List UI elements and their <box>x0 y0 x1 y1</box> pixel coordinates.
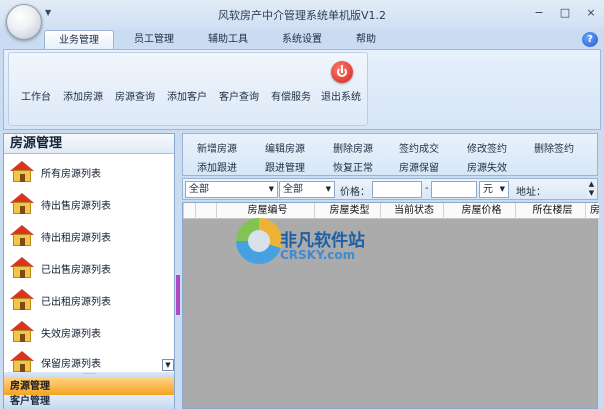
restore-button[interactable]: □ <box>558 6 572 20</box>
tab-settings[interactable]: 系统设置 <box>268 30 336 49</box>
sidebar-item-rented[interactable]: 已出租房源列表 <box>10 288 111 312</box>
sidebar-item-sold[interactable]: 已出售房源列表 <box>10 256 111 280</box>
sign-deal-button[interactable]: 签约成交 <box>399 140 439 155</box>
minimize-button[interactable]: − <box>532 6 546 20</box>
ribbon-property-query-button[interactable]: 房源查询 <box>115 88 155 103</box>
invalidate-property-button[interactable]: 房源失效 <box>467 159 507 174</box>
ribbon-panel: 工作台 添加房源 房源查询 添加客户 客户查询 有偿服务 退出系统 <box>3 49 601 130</box>
sidebar-item-invalid[interactable]: 失效房源列表 <box>10 320 101 344</box>
edit-property-button[interactable]: 编辑房源 <box>265 140 305 155</box>
close-button[interactable]: × <box>584 6 598 20</box>
sidebar-item-for-sale[interactable]: 待出售房源列表 <box>10 192 111 216</box>
address-label: 地址： <box>516 187 546 198</box>
sidebar-item-for-rent[interactable]: 待出租房源列表 <box>10 224 111 248</box>
status-filter-value: 全部 <box>283 184 303 195</box>
house-icon <box>10 257 34 279</box>
house-icon <box>10 351 34 373</box>
reserve-property-button[interactable]: 房源保留 <box>399 159 439 174</box>
ribbon-exit-button[interactable]: 退出系统 <box>321 88 361 103</box>
chevron-down-icon: ▼ <box>268 185 274 193</box>
filter-scroll-button[interactable]: ▲ ▼ <box>587 180 596 198</box>
sidebar-item-all[interactable]: 所有房源列表 <box>10 160 101 184</box>
window-controls: − □ × <box>532 6 598 20</box>
new-property-button[interactable]: 新增房源 <box>197 140 237 155</box>
power-icon[interactable] <box>331 61 353 83</box>
house-icon <box>10 321 34 343</box>
ribbon-workbench-button[interactable]: 工作台 <box>21 88 51 103</box>
sidebar-item-label: 已出售房源列表 <box>41 264 111 276</box>
window-title: 风软房产中介管理系统单机版V1.2 <box>217 9 387 22</box>
ribbon-customer-query-button[interactable]: 客户查询 <box>219 88 259 103</box>
sidebar-item-label: 失效房源列表 <box>41 328 101 340</box>
grid-header-more[interactable]: 房 <box>585 203 599 219</box>
house-icon <box>10 289 34 311</box>
restore-normal-button[interactable]: 恢复正常 <box>333 159 373 174</box>
sidebar: 房源管理 所有房源列表 待出售房源列表 待出租房源列表 已出售房源列表 已出租房… <box>3 133 175 409</box>
followup-management-button[interactable]: 跟进管理 <box>265 159 305 174</box>
grid-header-property-id[interactable]: 房屋编号 <box>216 203 314 219</box>
ribbon-paid-service-button[interactable]: 有偿服务 <box>271 88 311 103</box>
price-min-input[interactable] <box>372 181 422 198</box>
sidebar-item-label: 待出售房源列表 <box>41 200 111 212</box>
chevron-down-icon: ▼ <box>325 185 331 193</box>
house-icon <box>10 193 34 215</box>
title-bar: ▼ 风软房产中介管理系统单机版V1.2 − □ × <box>0 0 604 30</box>
nav-customer-management[interactable]: 客户管理 <box>4 395 174 409</box>
tab-business[interactable]: 业务管理 <box>44 30 114 49</box>
status-filter-select[interactable]: 全部 ▼ <box>279 181 335 198</box>
type-filter-value: 全部 <box>189 184 209 195</box>
sidebar-item-label: 待出租房源列表 <box>41 232 111 244</box>
price-unit-select[interactable]: 元 ▼ <box>479 181 509 198</box>
house-icon <box>10 161 34 183</box>
sidebar-item-label: 已出租房源列表 <box>41 296 111 308</box>
ribbon-tabs: 业务管理 员工管理 辅助工具 系统设置 帮助 <box>44 30 396 49</box>
watermark-en-text: CRSKY.com <box>280 248 356 262</box>
grid-header-indicator <box>183 203 195 219</box>
ribbon-add-property-button[interactable]: 添加房源 <box>63 88 103 103</box>
site-watermark: 非凡软件站 CRSKY.com <box>236 218 370 266</box>
price-label: 价格： <box>340 187 370 198</box>
grid-header-current-status[interactable]: 当前状态 <box>380 203 443 219</box>
pane-splitter-handle[interactable] <box>176 275 180 315</box>
application-menu-orb[interactable] <box>6 4 42 40</box>
property-actions-toolbar: 新增房源 编辑房源 删除房源 签约成交 修改签约 删除签约 添加跟进 跟进管理 … <box>182 133 598 176</box>
sidebar-scroll-down-button[interactable]: ▼ <box>162 359 174 371</box>
grid-header-price[interactable]: 房屋价格 <box>443 203 515 219</box>
tab-staff[interactable]: 员工管理 <box>120 30 188 49</box>
tab-tools[interactable]: 辅助工具 <box>194 30 262 49</box>
ribbon-add-customer-button[interactable]: 添加客户 <box>167 88 207 103</box>
delete-contract-button[interactable]: 删除签约 <box>534 140 574 155</box>
sidebar-item-label: 保留房源列表 <box>41 358 101 370</box>
nav-property-management[interactable]: 房源管理 <box>4 378 174 395</box>
grid-header: 房屋编号 房屋类型 当前状态 房屋价格 所在楼层 房 <box>183 203 599 219</box>
watermark-logo-icon <box>236 218 282 264</box>
tab-help[interactable]: 帮助 <box>342 30 390 49</box>
house-icon <box>10 225 34 247</box>
price-unit-value: 元 <box>483 184 493 195</box>
type-filter-select[interactable]: 全部 ▼ <box>185 181 278 198</box>
sidebar-item-label: 所有房源列表 <box>41 168 101 180</box>
sidebar-title: 房源管理 <box>4 134 174 154</box>
grid-header-checkbox[interactable] <box>195 203 216 219</box>
chevron-down-icon: ▼ <box>499 185 505 193</box>
help-icon[interactable]: ? <box>582 32 598 47</box>
price-max-input[interactable] <box>431 181 477 198</box>
ribbon-group-business: 工作台 添加房源 房源查询 添加客户 客户查询 有偿服务 退出系统 <box>8 52 368 126</box>
filter-bar: 全部 ▼ 全部 ▼ 价格： - 元 ▼ 地址： ▲ ▼ <box>182 178 598 200</box>
grid-header-floor[interactable]: 所在楼层 <box>515 203 585 219</box>
modify-contract-button[interactable]: 修改签约 <box>467 140 507 155</box>
delete-property-button[interactable]: 删除房源 <box>333 140 373 155</box>
grid-header-property-type[interactable]: 房屋类型 <box>314 203 380 219</box>
add-followup-button[interactable]: 添加跟进 <box>197 159 237 174</box>
price-dash: - <box>425 183 429 194</box>
